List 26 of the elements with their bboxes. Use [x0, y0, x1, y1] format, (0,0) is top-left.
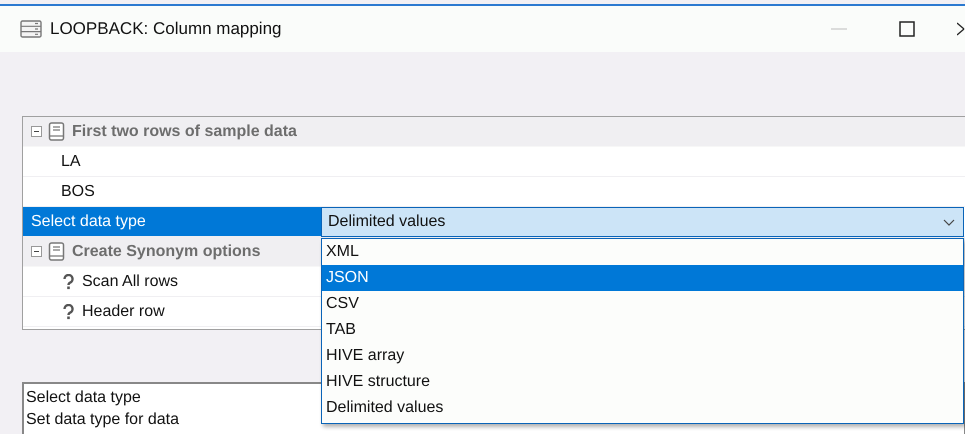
collapse-icon[interactable]	[31, 246, 42, 257]
dropdown-option[interactable]: CSV	[322, 291, 963, 317]
category-label: Create Synonym options	[72, 242, 260, 260]
collapse-icon[interactable]	[31, 126, 42, 137]
property-label[interactable]: Select data type	[23, 207, 321, 236]
dropdown-option[interactable]: TAB	[322, 317, 963, 343]
description-text: Set data type for data	[26, 410, 179, 430]
book-icon	[48, 122, 66, 142]
help-icon	[63, 274, 74, 290]
window-title: LOOPBACK: Column mapping	[50, 19, 282, 39]
app-icon	[20, 20, 42, 38]
data-type-dropdown[interactable]: Delimited values	[321, 207, 964, 237]
category-label: First two rows of sample data	[72, 122, 297, 140]
chevron-down-icon	[943, 218, 955, 226]
category-row[interactable]: First two rows of sample data	[23, 117, 965, 147]
maximize-icon	[899, 21, 915, 37]
dropdown-option[interactable]: Delimited values	[322, 395, 963, 421]
close-icon	[957, 22, 965, 36]
dropdown-option[interactable]: XML	[322, 239, 963, 265]
minimize-icon	[831, 28, 847, 30]
book-icon	[48, 242, 66, 262]
help-icon	[63, 304, 74, 320]
dropdown-option[interactable]: HIVE array	[322, 343, 963, 369]
dropdown-option[interactable]: HIVE structure	[322, 369, 963, 395]
dropdown-option[interactable]: JSON	[322, 265, 963, 291]
description-title: Select data type	[26, 388, 141, 408]
